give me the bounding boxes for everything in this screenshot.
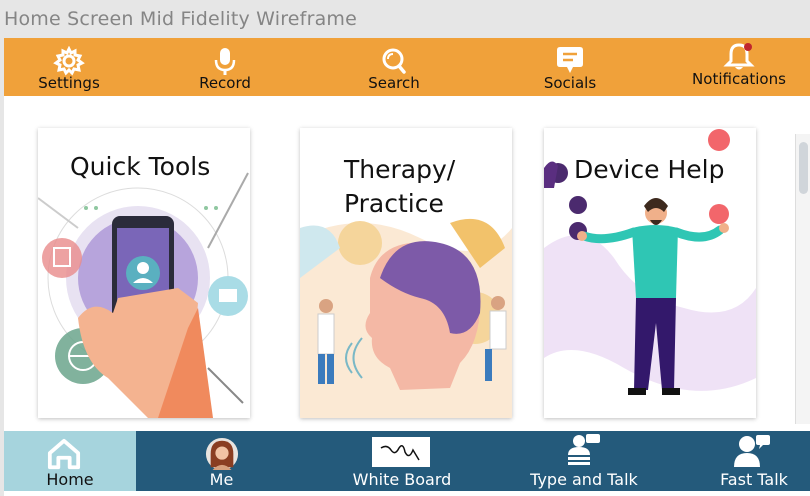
gear-icon bbox=[53, 46, 85, 76]
settings-label: Settings bbox=[38, 74, 100, 92]
nav-fast-talk-label: Fast Talk bbox=[720, 470, 788, 489]
scroll-thumb[interactable] bbox=[799, 142, 808, 194]
nav-home-label: Home bbox=[46, 470, 94, 489]
quick-tools-card[interactable]: Quick Tools bbox=[38, 128, 250, 418]
record-button[interactable]: Record bbox=[170, 38, 280, 96]
therapy-practice-title: Therapy/ Practice bbox=[344, 153, 456, 221]
frame-title: Home Screen Mid Fidelity Wireframe bbox=[4, 8, 358, 30]
record-label: Record bbox=[199, 74, 251, 92]
settings-button[interactable]: Settings bbox=[14, 38, 124, 96]
notifications-label: Notifications bbox=[692, 70, 786, 88]
nav-type-and-talk[interactable]: Type and Talk bbox=[524, 431, 644, 491]
nav-fast-talk[interactable]: Fast Talk bbox=[704, 431, 804, 491]
home-icon bbox=[47, 438, 81, 470]
nav-me[interactable]: Me bbox=[164, 431, 279, 491]
socials-label: Socials bbox=[543, 74, 597, 92]
chat-bubble-icon bbox=[557, 47, 583, 73]
vertical-scrollbar[interactable] bbox=[795, 134, 810, 424]
search-icon bbox=[382, 48, 406, 74]
top-nav-bar: Settings Record Search Socials Notificat… bbox=[4, 38, 810, 96]
nav-type-and-talk-label: Type and Talk bbox=[530, 470, 638, 489]
nav-me-label: Me bbox=[209, 470, 234, 489]
socials-button[interactable]: Socials bbox=[515, 38, 625, 96]
type-talk-icon bbox=[568, 434, 600, 465]
nav-home[interactable]: Home bbox=[4, 431, 136, 491]
quick-tools-title: Quick Tools bbox=[70, 150, 211, 184]
bottom-nav-bar: Home Me White Board Type and Talk Fast T… bbox=[4, 431, 810, 491]
whiteboard-icon bbox=[372, 437, 430, 467]
therapy-practice-card[interactable]: Therapy/ Practice bbox=[300, 128, 512, 418]
therapy-title-line2: Practice bbox=[344, 189, 444, 218]
therapy-title-line1: Therapy/ bbox=[344, 155, 456, 184]
nav-white-board-label: White Board bbox=[352, 470, 452, 489]
bell-icon bbox=[723, 43, 755, 70]
notifications-button[interactable]: Notifications bbox=[684, 38, 794, 96]
nav-white-board[interactable]: White Board bbox=[347, 431, 457, 491]
search-label: Search bbox=[368, 74, 420, 92]
search-button[interactable]: Search bbox=[339, 38, 449, 96]
device-help-card[interactable]: Device Help bbox=[544, 128, 756, 418]
home-screen: Settings Record Search Socials Notificat… bbox=[4, 38, 810, 496]
microphone-icon bbox=[214, 48, 236, 75]
avatar bbox=[205, 437, 239, 471]
fast-talk-icon bbox=[734, 435, 770, 467]
device-help-title: Device Help bbox=[574, 153, 731, 187]
